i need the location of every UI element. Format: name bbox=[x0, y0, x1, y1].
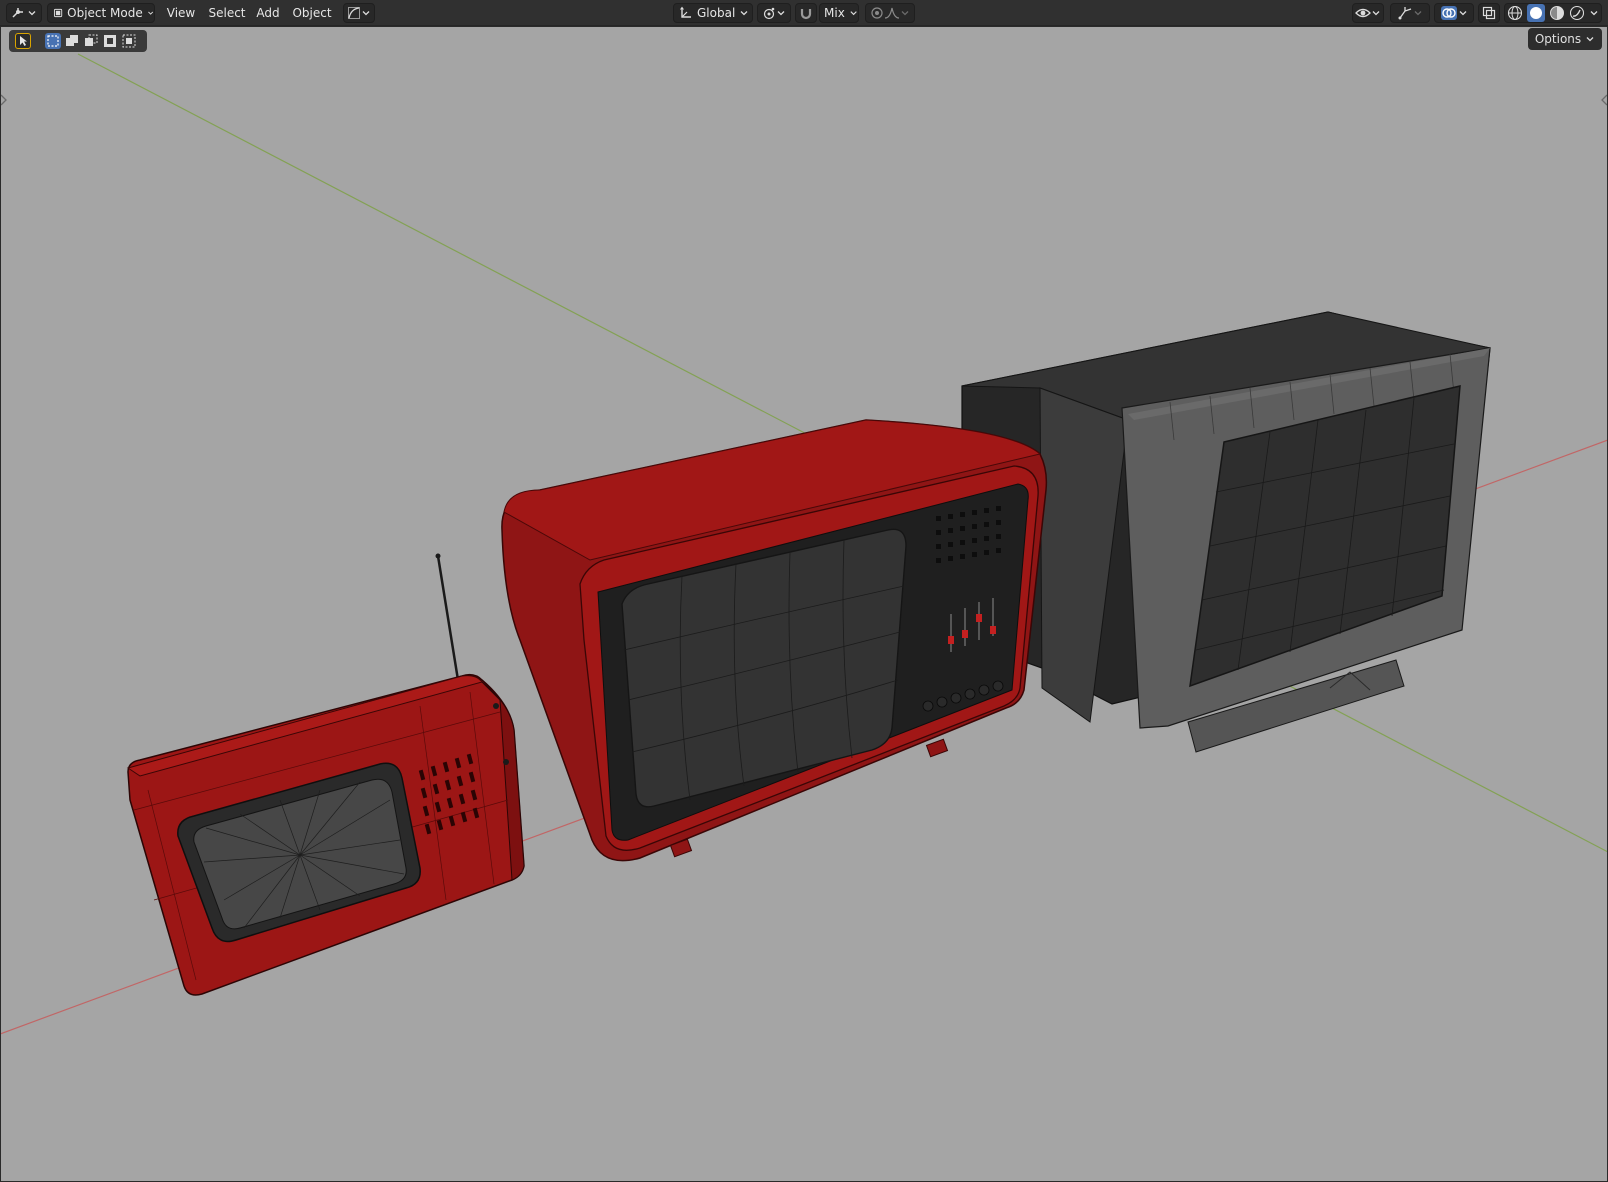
tool-settings-strip bbox=[9, 30, 147, 52]
material-shading-icon[interactable] bbox=[1549, 5, 1565, 21]
editor-type-button[interactable] bbox=[6, 3, 42, 23]
editor-type-icon bbox=[12, 8, 23, 18]
options-label: Options bbox=[1534, 32, 1582, 46]
gizmo-toggle[interactable] bbox=[1390, 3, 1430, 23]
eye-icon bbox=[1355, 8, 1371, 18]
chevron-down-icon bbox=[1414, 11, 1422, 16]
mode-extend-button[interactable] bbox=[64, 33, 80, 49]
select-extend-icon bbox=[66, 35, 78, 46]
chevron-down-icon bbox=[777, 11, 785, 16]
overlays-icon bbox=[1441, 6, 1457, 20]
transform-orientation-dropdown[interactable]: Global bbox=[673, 3, 753, 23]
gizmo-icon bbox=[1398, 7, 1412, 20]
sidebar-region-toggle-icon[interactable] bbox=[1600, 94, 1608, 106]
mode-set-button[interactable] bbox=[45, 33, 61, 49]
chevron-down-icon bbox=[362, 11, 370, 16]
snap-toggle[interactable] bbox=[795, 3, 817, 23]
object-mode-label: Object Mode bbox=[67, 6, 143, 20]
chevron-down-icon bbox=[1459, 11, 1467, 16]
snap-mode-label: Mix bbox=[824, 6, 845, 20]
select-box-tool-button[interactable] bbox=[15, 33, 31, 49]
gizmo-tool-dropdown[interactable] bbox=[343, 3, 375, 23]
curve-tool-icon bbox=[348, 7, 360, 19]
transform-axes-icon bbox=[680, 6, 691, 18]
chevron-down-icon bbox=[1372, 11, 1380, 16]
xray-icon bbox=[1482, 6, 1496, 20]
chevron-down-icon bbox=[1586, 37, 1594, 42]
menu-select[interactable]: Select bbox=[205, 3, 249, 23]
pivot-point-dropdown[interactable] bbox=[757, 3, 791, 23]
mode-intersect-button[interactable] bbox=[121, 33, 137, 49]
viewport-header: Object Mode View Select Add Object Globa… bbox=[0, 0, 1608, 26]
shading-mode-group[interactable] bbox=[1504, 3, 1602, 23]
pivot-point-icon bbox=[763, 7, 775, 20]
options-dropdown[interactable]: Options bbox=[1528, 28, 1602, 50]
object-mode-dropdown[interactable]: Object Mode bbox=[47, 3, 155, 23]
chevron-down-icon bbox=[740, 11, 748, 16]
xray-toggle[interactable] bbox=[1478, 3, 1500, 23]
select-subtract-icon bbox=[85, 34, 98, 46]
magnet-icon bbox=[800, 9, 812, 20]
select-intersect-icon bbox=[122, 34, 136, 48]
falloff-curve-icon bbox=[884, 7, 900, 19]
toolbar-region-toggle-icon[interactable] bbox=[0, 94, 8, 106]
mode-subtract-button[interactable] bbox=[83, 33, 99, 49]
solid-shading-icon bbox=[1530, 7, 1542, 19]
mode-invert-button[interactable] bbox=[102, 33, 118, 49]
chevron-down-icon bbox=[147, 11, 153, 15]
orientation-label: Global bbox=[697, 6, 736, 20]
red-crt-tv[interactable] bbox=[501, 419, 1048, 862]
chevron-down-icon bbox=[850, 11, 857, 16]
3d-viewport[interactable] bbox=[0, 26, 1608, 1182]
cursor-select-icon bbox=[20, 36, 27, 46]
scene-canvas[interactable] bbox=[0, 26, 1608, 1182]
rendered-shading-icon[interactable] bbox=[1569, 5, 1585, 21]
object-mode-icon bbox=[53, 8, 63, 18]
menu-view[interactable]: View bbox=[163, 3, 199, 23]
small-red-tv[interactable] bbox=[126, 553, 525, 996]
visibility-dropdown[interactable] bbox=[1352, 3, 1384, 23]
menu-add[interactable]: Add bbox=[253, 3, 283, 23]
proportional-edit-group[interactable] bbox=[865, 3, 915, 23]
select-new-icon bbox=[47, 35, 59, 47]
chevron-down-icon bbox=[901, 11, 909, 16]
wireframe-shading-icon[interactable] bbox=[1507, 5, 1523, 21]
select-invert-icon bbox=[104, 35, 116, 47]
menu-object[interactable]: Object bbox=[290, 3, 334, 23]
overlays-toggle[interactable] bbox=[1434, 3, 1474, 23]
chevron-down-icon bbox=[28, 11, 36, 16]
chevron-down-icon bbox=[1590, 11, 1598, 16]
proportional-edit-icon bbox=[871, 7, 883, 19]
snap-mode-dropdown[interactable]: Mix bbox=[819, 3, 859, 23]
solid-shading-button[interactable] bbox=[1527, 4, 1545, 22]
